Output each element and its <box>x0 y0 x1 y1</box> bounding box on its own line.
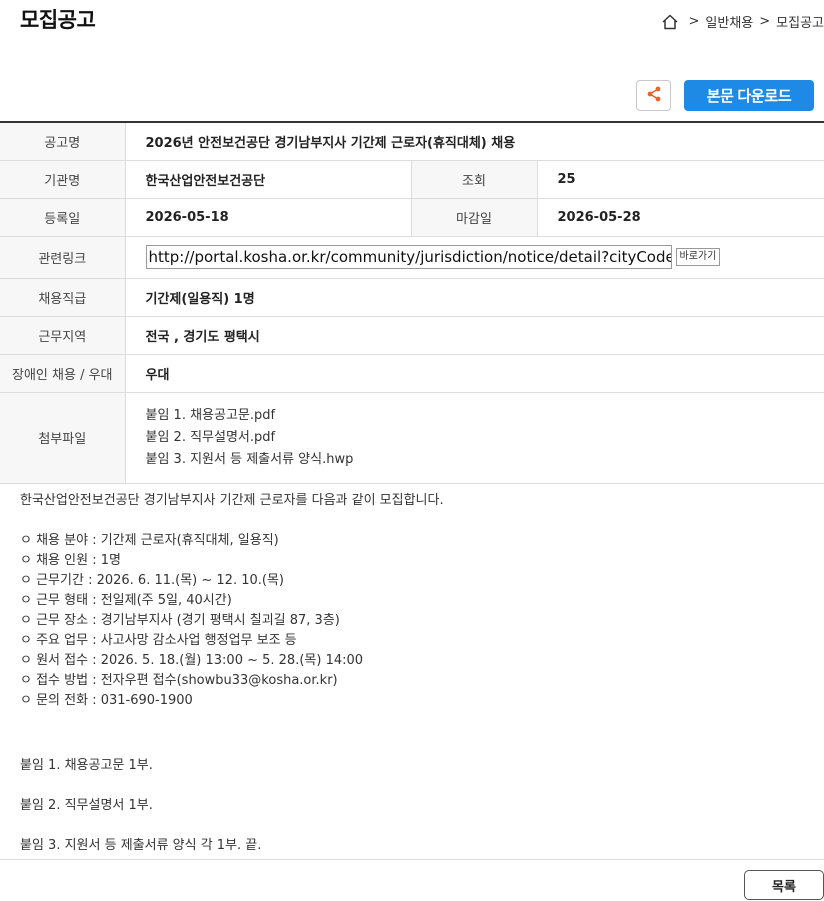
breadcrumb-item-recruit[interactable]: 일반채용 <box>705 12 753 31</box>
views-value: 25 <box>537 160 824 199</box>
body-item: ㅇ 근무 장소 : 경기남부지사 (경기 평택시 칠괴길 87, 3층) <box>20 613 340 628</box>
breadcrumb-item-notice[interactable]: 모집공고 <box>776 12 824 31</box>
table-row: 첨부파일 붙임 1. 채용공고문.pdf 붙임 2. 직무설명서.pdf 붙임 … <box>0 392 824 484</box>
disabled-value: 우대 <box>125 354 824 393</box>
org-value: 한국산업안전보건공단 <box>125 160 411 199</box>
table-row: 기관명 한국산업안전보건공단 조회 25 <box>0 160 824 199</box>
org-label: 기관명 <box>0 160 126 199</box>
table-row: 근무지역 전국 , 경기도 평택시 <box>0 316 824 355</box>
attachment-link-2[interactable]: 붙임 2. 직무설명서.pdf <box>146 427 805 449</box>
deadline-label: 마감일 <box>410 198 538 237</box>
home-icon[interactable] <box>661 13 679 31</box>
table-row: 관련링크 http://portal.kosha.or.kr/community… <box>0 236 824 279</box>
divider <box>0 859 824 860</box>
body-item: ㅇ 채용 분야 : 기간제 근로자(휴직대체, 일용직) <box>20 533 279 548</box>
body-attachment-1: 붙임 1. 채용공고문 1부. <box>20 758 153 773</box>
link-label: 관련링크 <box>0 236 126 279</box>
list-button[interactable]: 목록 <box>744 870 824 900</box>
body-item: ㅇ 채용 인원 : 1명 <box>20 553 121 568</box>
job-value: 기간제(일용직) 1명 <box>125 278 824 317</box>
table-row: 장애인 채용 / 우대 우대 <box>0 354 824 393</box>
attachment-link-1[interactable]: 붙임 1. 채용공고문.pdf <box>146 405 805 427</box>
body-intro: 한국산업안전보건공단 경기남부지사 기간제 근로자를 다음과 같이 모집합니다. <box>20 493 444 508</box>
reg-date-label: 등록일 <box>0 198 126 237</box>
region-label: 근무지역 <box>0 316 126 355</box>
files-list: 붙임 1. 채용공고문.pdf 붙임 2. 직무설명서.pdf 붙임 3. 지원… <box>125 392 824 484</box>
page-title: 모집공고 <box>20 8 96 32</box>
region-value: 전국 , 경기도 평택시 <box>125 316 824 355</box>
breadcrumb-separator: > <box>759 14 771 29</box>
breadcrumb: > 일반채용 > 모집공고 <box>661 12 824 31</box>
views-label: 조회 <box>410 160 538 199</box>
reg-date-value: 2026-05-18 <box>125 198 411 237</box>
download-button[interactable]: 본문 다운로드 <box>684 80 814 111</box>
notice-body: 한국산업안전보건공단 경기남부지사 기간제 근로자를 다음과 같이 모집합니다.… <box>20 491 810 856</box>
notice-info-table: 공고명 2026년 안전보건공단 경기남부지사 기간제 근로자(휴직대체) 채용… <box>0 121 824 484</box>
table-row: 공고명 2026년 안전보건공단 경기남부지사 기간제 근로자(휴직대체) 채용 <box>0 122 824 161</box>
deadline-value: 2026-05-28 <box>537 198 824 237</box>
notice-label: 공고명 <box>0 122 126 161</box>
notice-value: 2026년 안전보건공단 경기남부지사 기간제 근로자(휴직대체) 채용 <box>125 122 824 161</box>
body-item: ㅇ 접수 방법 : 전자우편 접수(showbu33@kosha.or.kr) <box>20 673 338 688</box>
body-attachment-3: 붙임 3. 지원서 등 제출서류 양식 각 1부. 끝. <box>20 838 262 853</box>
disabled-label: 장애인 채용 / 우대 <box>0 354 126 393</box>
body-item: ㅇ 근무 형태 : 전일제(주 5일, 40시간) <box>20 593 232 608</box>
table-row: 채용직급 기간제(일용직) 1명 <box>0 278 824 317</box>
body-attachment-2: 붙임 2. 직무설명서 1부. <box>20 798 153 813</box>
table-row: 등록일 2026-05-18 마감일 2026-05-28 <box>0 198 824 237</box>
share-icon <box>645 85 663 107</box>
job-label: 채용직급 <box>0 278 126 317</box>
breadcrumb-separator: > <box>688 14 700 29</box>
files-label: 첨부파일 <box>0 392 126 484</box>
go-link-button[interactable]: 바로가기 <box>675 248 721 266</box>
body-item: ㅇ 주요 업무 : 사고사망 감소사업 행정업무 보조 등 <box>20 633 297 648</box>
related-link-field[interactable]: http://portal.kosha.or.kr/community/juri… <box>145 245 672 269</box>
share-button[interactable] <box>636 80 671 111</box>
attachment-link-3[interactable]: 붙임 3. 지원서 등 제출서류 양식.hwp <box>146 449 805 471</box>
body-item: ㅇ 문의 전화 : 031-690-1900 <box>20 693 193 708</box>
body-item: ㅇ 원서 접수 : 2026. 5. 18.(월) 13:00 ~ 5. 28.… <box>20 653 364 668</box>
body-item: ㅇ 근무기간 : 2026. 6. 11.(목) ~ 12. 10.(목) <box>20 573 284 588</box>
